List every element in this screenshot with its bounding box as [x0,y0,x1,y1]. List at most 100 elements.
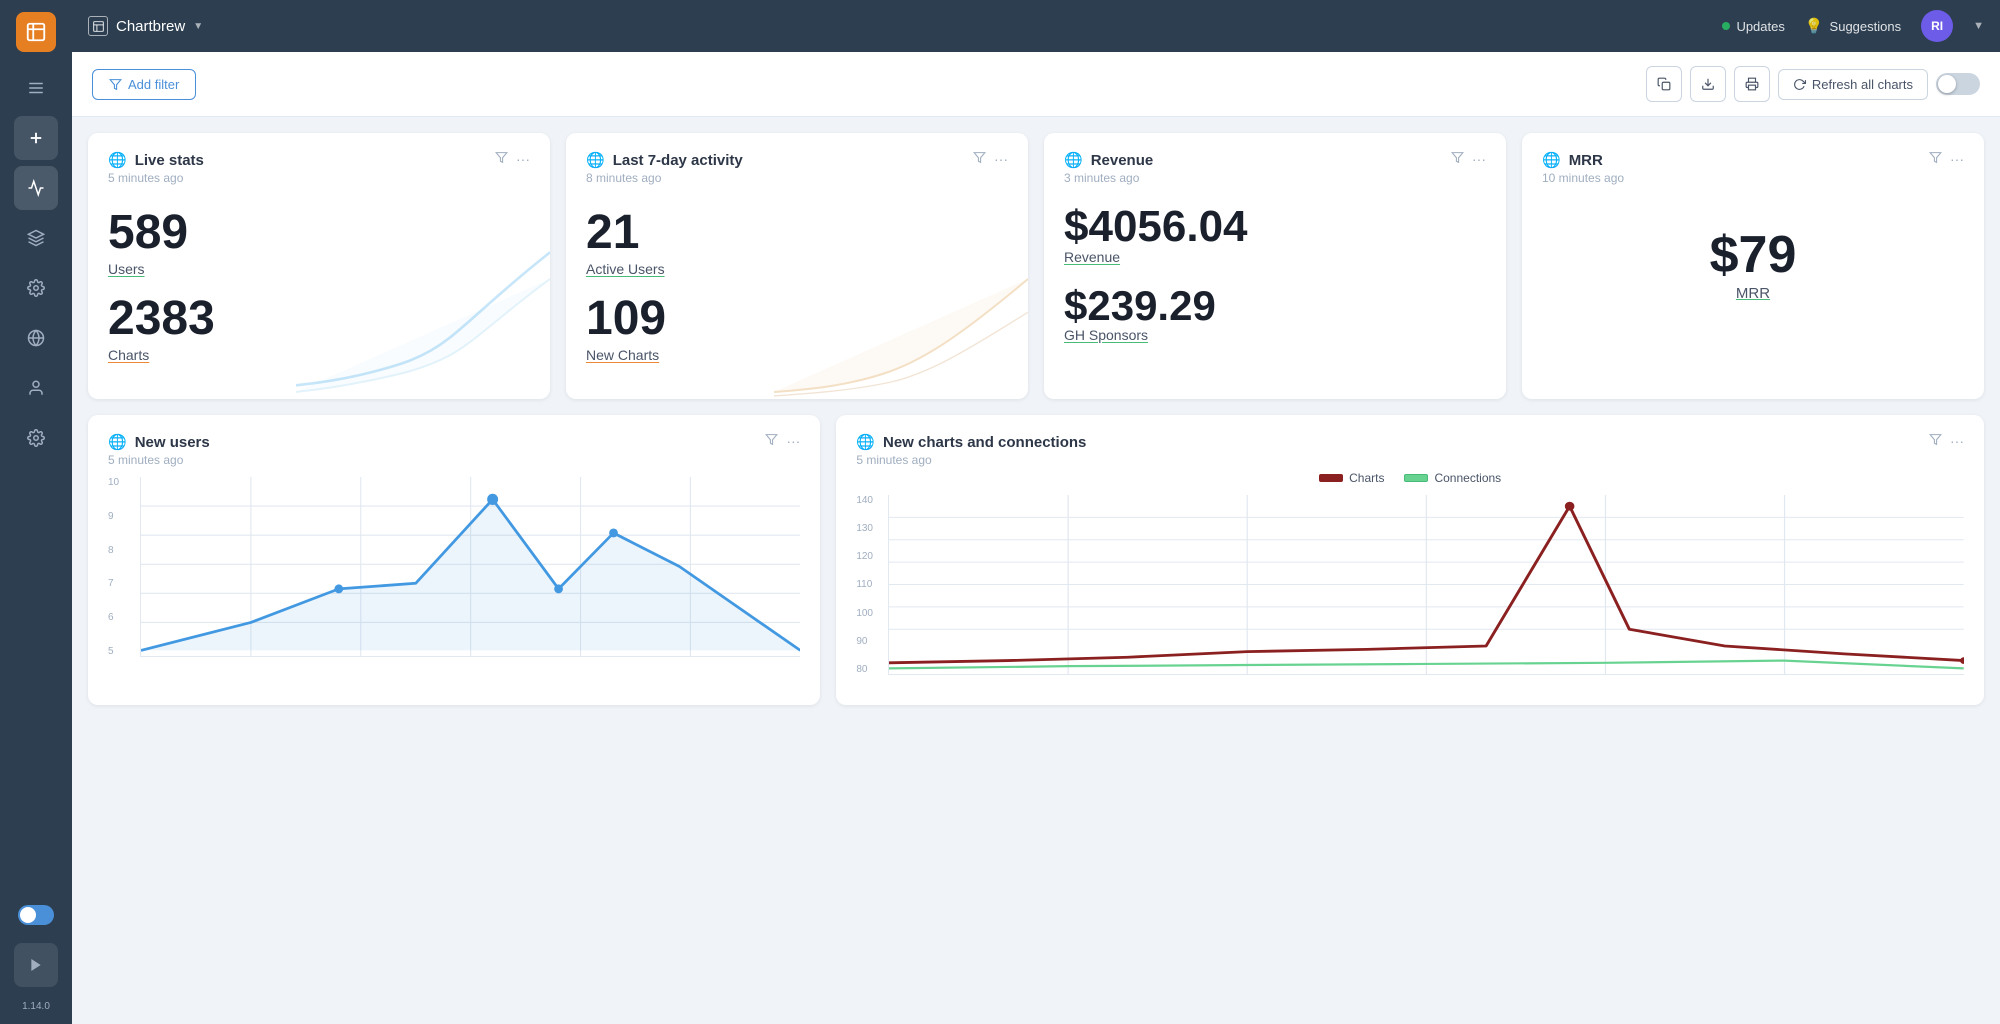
new-users-timestamp: 5 minutes ago [108,453,210,467]
last-7day-card: 🌐 Last 7-day activity 8 minutes ago ··· [566,133,1028,399]
brand-chevron[interactable]: ▼ [193,21,203,32]
dashboard: 🌐 Live stats 5 minutes ago ··· [72,117,2000,721]
live-stats-timestamp: 5 minutes ago [108,171,204,185]
new-users-title: New users [135,434,210,451]
charts-label: Charts [108,347,530,363]
mrr-timestamp: 10 minutes ago [1542,171,1624,185]
avatar-chevron[interactable]: ▼ [1973,20,1984,32]
sidebar-toggle-icon[interactable] [14,893,58,937]
content-area: Add filter [72,52,2000,1024]
sidebar-play-icon[interactable] [14,943,58,987]
suggestions-label: Suggestions [1830,19,1902,34]
live-stats-title: Live stats [135,152,204,169]
sidebar-charts-icon[interactable] [14,166,58,210]
print-button[interactable] [1734,66,1770,102]
live-stats-header: 🌐 Live stats 5 minutes ago ··· [108,151,530,185]
sidebar-settings-icon[interactable] [14,266,58,310]
charts-value: 2383 [108,295,530,343]
revenue-timestamp: 3 minutes ago [1064,171,1153,185]
refresh-button[interactable]: Refresh all charts [1778,69,1928,100]
new-users-chart-card: 🌐 New users 5 minutes ago ··· [88,415,820,705]
brand: Chartbrew ▼ [88,16,203,36]
live-stats-users: 589 Users [108,209,530,277]
mrr-filter-icon[interactable] [1929,151,1942,167]
download-icon [1701,77,1715,91]
mrr-header: 🌐 MRR 10 minutes ago ··· [1542,151,1964,185]
sidebar-add-icon[interactable] [14,116,58,160]
sidebar-connections-icon[interactable] [14,216,58,260]
revenue-card: 🌐 Revenue 3 minutes ago ··· [1044,133,1506,399]
revenue-globe-icon: 🌐 [1064,151,1083,169]
mrr-label: MRR [1542,285,1964,302]
last-7day-timestamp: 8 minutes ago [586,171,743,185]
revenue-more-icon[interactable]: ··· [1472,151,1486,167]
new-users-globe-icon: 🌐 [108,433,127,451]
gh-sponsors-value: $239.29 [1064,285,1486,327]
updates-label: Updates [1736,19,1784,34]
new-charts-stat: 109 New Charts [586,295,1008,363]
sidebar-menu-icon[interactable] [14,66,58,110]
sidebar-user-icon[interactable] [14,366,58,410]
refresh-label: Refresh all charts [1812,77,1913,92]
live-stats-card: 🌐 Live stats 5 minutes ago ··· [88,133,550,399]
new-charts-card: 🌐 New charts and connections 5 minutes a… [836,415,1984,705]
last-7day-more-icon[interactable]: ··· [994,151,1008,167]
toggle-knob [1938,75,1956,93]
total-revenue-stat: $4056.04 Revenue [1064,205,1486,265]
topbar-right: Updates 💡 Suggestions RI ▼ [1722,10,1984,42]
new-users-chart-area: 10 9 8 7 6 5 [108,477,800,677]
mrr-title: MRR [1569,152,1603,169]
live-stats-charts: 2383 Charts [108,295,530,363]
new-users-header: 🌐 New users 5 minutes ago ··· [108,433,800,467]
live-stats-content: 589 Users 2383 Charts [108,189,530,363]
mrr-value: $79 [1542,229,1964,281]
copy-icon [1657,77,1671,91]
total-revenue-value: $4056.04 [1064,205,1486,249]
auto-refresh-toggle[interactable] [1936,73,1980,95]
active-users-stat: 21 Active Users [586,209,1008,277]
mrr-actions: ··· [1929,151,1964,167]
download-button[interactable] [1690,66,1726,102]
total-revenue-label: Revenue [1064,249,1486,265]
copy-button[interactable] [1646,66,1682,102]
brand-name: Chartbrew [116,18,185,35]
user-avatar[interactable]: RI [1921,10,1953,42]
live-stats-filter-icon[interactable] [495,151,508,167]
revenue-header: 🌐 Revenue 3 minutes ago ··· [1064,151,1486,185]
connections-swatch [1404,474,1428,482]
gh-sponsors-label: GH Sponsors [1064,327,1486,343]
sidebar-team-settings-icon[interactable] [14,416,58,460]
new-users-chart-inner [140,477,800,657]
new-charts-line-chart [889,495,1964,674]
new-charts-y-labels: 140 130 120 110 100 90 80 [856,495,886,675]
sidebar: 1.14.0 [0,0,72,1024]
revenue-filter-icon[interactable] [1451,151,1464,167]
new-users-more-icon[interactable]: ··· [786,433,800,449]
stat-cards-row: 🌐 Live stats 5 minutes ago ··· [88,133,1984,399]
bulb-icon: 💡 [1805,17,1824,35]
new-users-line-chart [141,477,800,656]
sidebar-global-icon[interactable] [14,316,58,360]
brand-icon [88,16,108,36]
last-7day-actions: ··· [973,151,1008,167]
new-users-y-labels: 10 9 8 7 6 5 [108,477,138,657]
new-charts-timestamp: 5 minutes ago [856,453,1086,467]
live-stats-more-icon[interactable]: ··· [516,151,530,167]
updates-dot [1722,22,1730,30]
new-charts-actions: ··· [1929,433,1964,449]
new-charts-more-icon[interactable]: ··· [1950,433,1964,449]
updates-link[interactable]: Updates [1722,19,1784,34]
new-charts-header: 🌐 New charts and connections 5 minutes a… [856,433,1964,467]
app-logo [16,12,56,52]
active-users-label: Active Users [586,261,1008,277]
mrr-more-icon[interactable]: ··· [1950,151,1964,167]
new-charts-filter-icon[interactable] [1929,433,1942,449]
last-7day-filter-icon[interactable] [973,151,986,167]
suggestions-link[interactable]: 💡 Suggestions [1805,17,1901,35]
add-filter-button[interactable]: Add filter [92,69,196,100]
new-users-filter-icon[interactable] [765,433,778,449]
legend-connections-label: Connections [1434,471,1501,485]
new-charts-chart-area: 140 130 120 110 100 90 80 [856,495,1964,695]
new-users-actions: ··· [765,433,800,449]
last-7day-content: 21 Active Users 109 New Charts [586,189,1008,363]
